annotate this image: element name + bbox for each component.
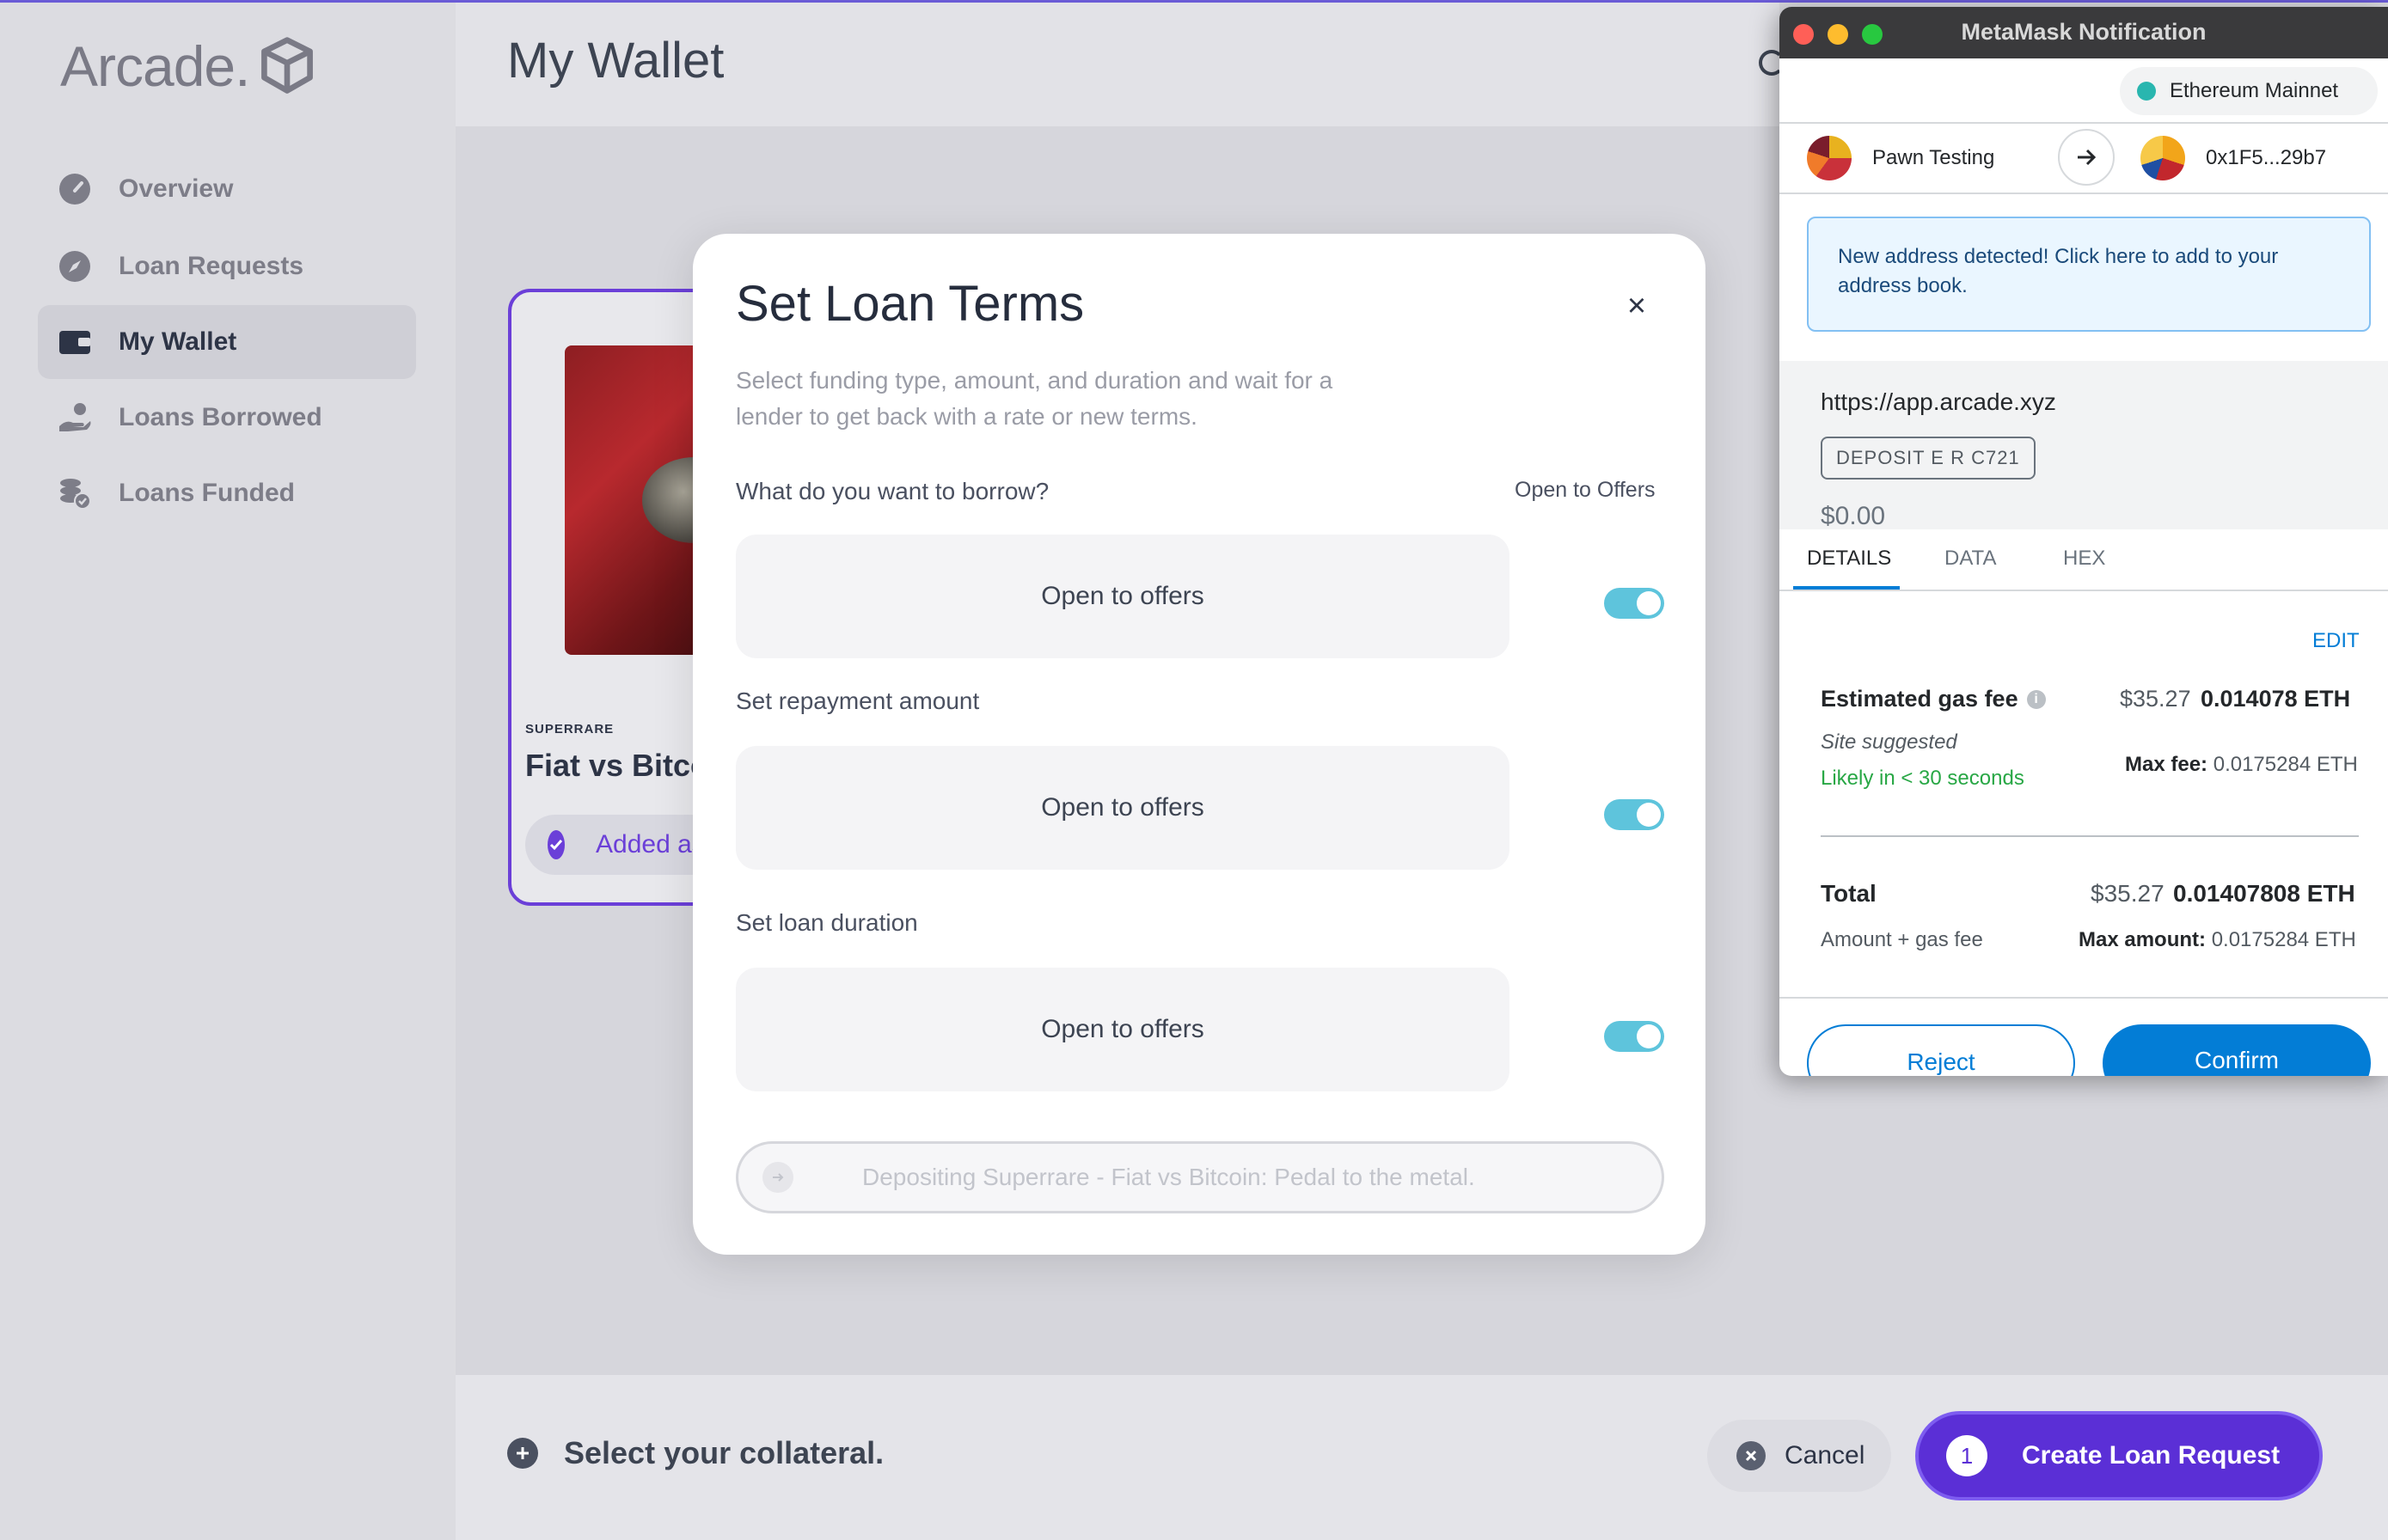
deposit-button[interactable]: Depositing Superrare - Fiat vs Bitcoin: … bbox=[736, 1141, 1664, 1213]
modal-subtitle: Select funding type, amount, and duratio… bbox=[736, 367, 1333, 430]
close-icon[interactable]: × bbox=[1620, 288, 1654, 324]
total-usd: $35.27 bbox=[2091, 880, 2165, 907]
max-amount-label: Max amount: bbox=[2079, 928, 2207, 951]
create-loan-request-button[interactable]: 1 Create Loan Request bbox=[1915, 1411, 2323, 1500]
sidebar-item-label: Loan Requests bbox=[119, 252, 304, 280]
sidebar-item-label: My Wallet bbox=[119, 327, 237, 356]
total-eth: 0.01407808 ETH bbox=[2173, 880, 2355, 907]
active-tab-indicator bbox=[1793, 586, 1900, 590]
gauge-icon bbox=[57, 171, 93, 207]
open-to-offers-label: Open to Offers bbox=[1515, 478, 1656, 502]
step-number-badge: 1 bbox=[1946, 1435, 1987, 1476]
logo-text: Arcade. bbox=[60, 34, 250, 98]
page-title: My Wallet bbox=[507, 33, 725, 89]
repayment-field[interactable]: Open to offers bbox=[736, 746, 1509, 870]
transaction-amount: $0.00 bbox=[1821, 502, 1886, 530]
cube-logo-icon bbox=[261, 37, 314, 94]
max-fee-label: Max fee: bbox=[2125, 753, 2208, 776]
hand-coin-icon bbox=[57, 400, 93, 436]
borrow-field[interactable]: Open to offers bbox=[736, 535, 1509, 658]
amount-plus-gas-label: Amount + gas fee bbox=[1821, 928, 1983, 951]
duration-field[interactable]: Open to offers bbox=[736, 968, 1509, 1091]
sidebar-item-loans-borrowed[interactable]: Loans Borrowed bbox=[38, 381, 416, 455]
reject-button[interactable]: Reject bbox=[1807, 1024, 2075, 1076]
compass-icon bbox=[57, 248, 93, 284]
repayment-offers-toggle[interactable] bbox=[1604, 799, 1664, 830]
detail-tabs: DETAILS DATA HEX bbox=[1779, 529, 2388, 591]
borrow-label: What do you want to borrow? bbox=[736, 478, 1050, 504]
toggle-knob bbox=[1637, 591, 1661, 615]
modal-title: Set Loan Terms bbox=[736, 276, 1085, 332]
toggle-knob bbox=[1637, 803, 1661, 827]
plus-circle-icon bbox=[507, 1438, 538, 1469]
total-label: Total bbox=[1821, 880, 1877, 907]
sidebar-item-label: Overview bbox=[119, 174, 234, 203]
likely-time-label: Likely in < 30 seconds bbox=[1821, 767, 2024, 790]
arcade-logo[interactable]: Arcade. bbox=[60, 34, 320, 99]
info-icon[interactable]: i bbox=[2026, 689, 2046, 709]
action-footer: Reject Confirm bbox=[1779, 997, 2388, 1076]
gas-fee-eth: 0.014078 ETH bbox=[2201, 686, 2351, 712]
sidebar-item-label: Loans Funded bbox=[119, 479, 295, 507]
divider bbox=[1821, 835, 2359, 837]
select-collateral-label: Select your collateral. bbox=[564, 1435, 885, 1470]
select-collateral[interactable]: Select your collateral. bbox=[507, 1435, 884, 1471]
sidebar: Arcade. Overview Loan Requests My Wallet… bbox=[0, 3, 456, 1540]
network-selector[interactable]: Ethereum Mainnet bbox=[2120, 67, 2378, 115]
max-amount-value: 0.0175284 ETH bbox=[2211, 928, 2356, 951]
site-suggested-label: Site suggested bbox=[1821, 730, 1957, 754]
sidebar-item-overview[interactable]: Overview bbox=[38, 152, 416, 226]
nft-source: SUPERRARE bbox=[525, 722, 615, 736]
check-icon bbox=[548, 830, 565, 859]
edit-gas-link[interactable]: EDIT bbox=[2312, 629, 2360, 653]
network-label: Ethereum Mainnet bbox=[2170, 79, 2339, 102]
sidebar-item-my-wallet[interactable]: My Wallet bbox=[38, 305, 416, 379]
account-row: Pawn Testing 0x1F5...29b7 bbox=[1779, 122, 2388, 194]
site-origin: https://app.arcade.xyz bbox=[1821, 388, 2056, 415]
max-amount: Max amount: 0.0175284 ETH bbox=[2079, 928, 2356, 952]
tab-data[interactable]: DATA bbox=[1944, 547, 1996, 571]
gas-fee-usd: $35.27 bbox=[2120, 686, 2191, 712]
cancel-label: Cancel bbox=[1785, 1441, 1865, 1470]
window-titlebar: MetaMask Notification bbox=[1779, 7, 2388, 58]
estimated-gas-fee-label: Estimated gas fee i bbox=[1821, 686, 2046, 712]
create-loan-request-label: Create Loan Request bbox=[2022, 1441, 2281, 1470]
sidebar-item-label: Loans Borrowed bbox=[119, 403, 322, 431]
cancel-button[interactable]: Cancel bbox=[1707, 1420, 1891, 1492]
transaction-summary: https://app.arcade.xyz DEPOSIT E R C721 … bbox=[1779, 361, 2388, 530]
confirm-button[interactable]: Confirm bbox=[2103, 1024, 2371, 1076]
toggle-knob bbox=[1637, 1024, 1661, 1048]
sidebar-item-loans-funded[interactable]: Loans Funded bbox=[38, 456, 416, 530]
coins-check-icon bbox=[57, 475, 93, 511]
page-header: My Wallet bbox=[456, 3, 1779, 126]
method-badge: DEPOSIT E R C721 bbox=[1821, 437, 2036, 480]
close-circle-icon bbox=[1736, 1441, 1766, 1470]
max-fee: Max fee: 0.0175284 ETH bbox=[2125, 753, 2358, 777]
repayment-label: Set repayment amount bbox=[736, 688, 980, 714]
from-account-name[interactable]: Pawn Testing bbox=[1872, 146, 1994, 170]
duration-offers-toggle[interactable] bbox=[1604, 1021, 1664, 1052]
from-account-avatar bbox=[1807, 136, 1852, 180]
new-address-notice[interactable]: New address detected! Click here to add … bbox=[1807, 217, 2371, 332]
to-address[interactable]: 0x1F5...29b7 bbox=[2206, 146, 2326, 170]
metamask-window: MetaMask Notification Ethereum Mainnet P… bbox=[1779, 7, 2388, 1076]
wallet-icon bbox=[57, 324, 93, 360]
arrow-right-icon bbox=[762, 1162, 793, 1193]
max-fee-value: 0.0175284 ETH bbox=[2213, 753, 2358, 776]
gas-fee-text: Estimated gas fee bbox=[1821, 686, 2018, 712]
set-loan-terms-modal: Set Loan Terms × Select funding type, am… bbox=[693, 234, 1705, 1255]
arrow-right-icon bbox=[2058, 129, 2115, 186]
window-title: MetaMask Notification bbox=[1961, 19, 2207, 45]
bottom-action-bar: Select your collateral. Cancel 1 Create … bbox=[456, 1375, 2388, 1540]
to-account-avatar bbox=[2140, 136, 2185, 180]
tab-details[interactable]: DETAILS bbox=[1807, 547, 1891, 571]
network-status-dot bbox=[2137, 82, 2156, 101]
borrow-offers-toggle[interactable] bbox=[1604, 588, 1664, 619]
sidebar-item-loan-requests[interactable]: Loan Requests bbox=[38, 229, 416, 303]
tab-hex[interactable]: HEX bbox=[2063, 547, 2105, 571]
deposit-label: Depositing Superrare - Fiat vs Bitcoin: … bbox=[862, 1164, 1475, 1190]
duration-label: Set loan duration bbox=[736, 909, 918, 936]
